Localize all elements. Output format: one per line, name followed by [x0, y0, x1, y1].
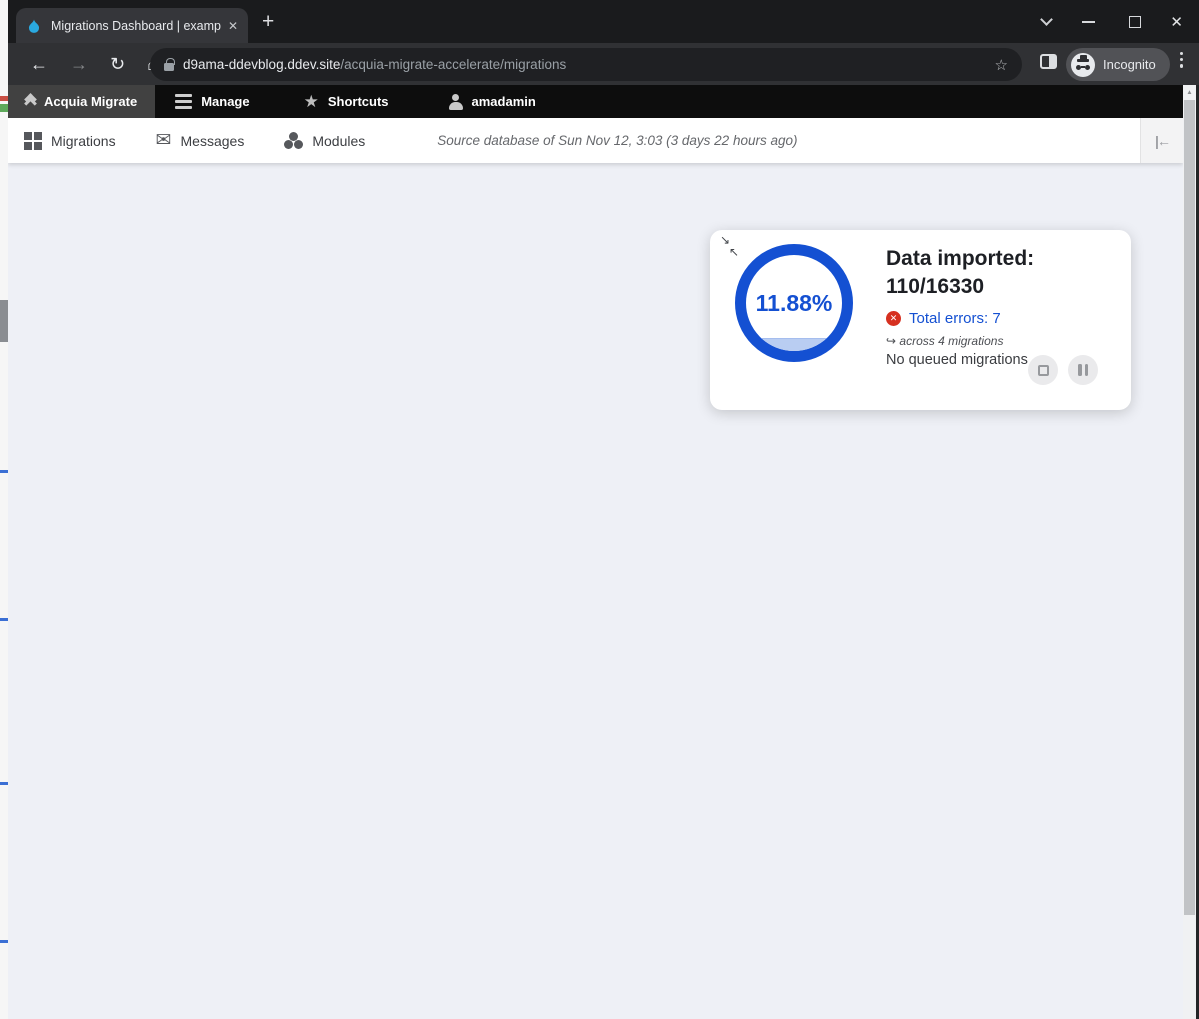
pause-icon	[1078, 364, 1088, 376]
stop-button[interactable]	[1028, 355, 1058, 385]
stop-icon	[1038, 365, 1049, 376]
url-text: d9ama-ddevblog.ddev.site/acquia-migrate-…	[183, 57, 566, 72]
return-arrow-icon: ↪	[886, 334, 896, 348]
error-icon	[886, 311, 901, 326]
reload-button[interactable]: ↻	[110, 54, 125, 75]
new-tab-button[interactable]: +	[262, 10, 274, 34]
nav-label: Messages	[181, 133, 245, 149]
back-button[interactable]: ←	[30, 54, 48, 75]
url-domain: d9ama-ddevblog.ddev.site	[183, 57, 340, 72]
maximize-button[interactable]	[1129, 0, 1141, 43]
total-errors-link[interactable]: Total errors: 7	[886, 310, 1001, 327]
import-progress-card: ↘ ↖ 11.88% Data imported: 110/16330 Tota…	[710, 230, 1131, 410]
incognito-label: Incognito	[1103, 57, 1156, 72]
modules-icon	[284, 132, 303, 149]
user-icon	[449, 94, 463, 110]
incognito-badge: Incognito	[1066, 48, 1170, 81]
screen: Migrations Dashboard | example ✕ + ✕ ← →…	[0, 0, 1199, 1019]
browser-menu-button[interactable]	[1180, 52, 1183, 68]
maximize-icon	[1129, 16, 1141, 28]
toolbar-label: Acquia Migrate	[44, 94, 137, 109]
background-window-sliver	[0, 0, 8, 1019]
bookmark-star-icon[interactable]: ☆	[995, 56, 1008, 74]
side-panel-icon[interactable]	[1040, 54, 1057, 69]
toolbar-label: amadamin	[472, 94, 536, 109]
star-icon: ★	[304, 92, 319, 112]
collapse-left-icon: |←	[1155, 133, 1169, 149]
grid-icon	[24, 132, 42, 150]
toolbar-item-acquia-migrate[interactable]: Acquia Migrate	[8, 85, 155, 118]
toolbar-item-shortcuts[interactable]: ★ Shortcuts	[288, 85, 405, 118]
toolbar-item-manage[interactable]: Manage	[159, 85, 265, 118]
address-bar[interactable]: d9ama-ddevblog.ddev.site/acquia-migrate-…	[150, 48, 1022, 81]
shrink-icon[interactable]: ↖	[729, 245, 739, 259]
chevron-down-icon	[1040, 13, 1053, 26]
browser-toolbar: ← → ↻ ⌂ d9ama-ddevblog.ddev.site/acquia-…	[8, 43, 1199, 85]
scroll-up-icon[interactable]: ▲	[1183, 89, 1196, 96]
browser-tab[interactable]: Migrations Dashboard | example ✕	[16, 8, 248, 43]
queued-migrations-note: No queued migrations	[886, 352, 1028, 368]
data-imported-count: 110/16330	[886, 275, 984, 299]
source-database-note: Source database of Sun Nov 12, 3:03 (3 d…	[437, 133, 797, 148]
progress-percent: 11.88%	[756, 290, 833, 317]
drupal-admin-toolbar: Acquia Migrate Manage ★ Shortcuts amadam…	[8, 85, 1183, 118]
browser-chrome: Migrations Dashboard | example ✕ + ✕ ← →…	[8, 0, 1199, 85]
close-window-button[interactable]: ✕	[1170, 0, 1183, 43]
toolbar-label: Shortcuts	[328, 94, 389, 109]
forward-button[interactable]: →	[70, 54, 88, 75]
minimize-icon	[1082, 21, 1095, 23]
page-scrollbar-thumb[interactable]	[1184, 100, 1195, 915]
pause-button[interactable]	[1068, 355, 1098, 385]
drupal-favicon-icon	[26, 18, 42, 34]
nav-item-migrations[interactable]: Migrations	[10, 132, 130, 150]
close-icon: ✕	[1170, 13, 1183, 31]
nav-item-modules[interactable]: Modules	[270, 132, 379, 149]
migrate-nav-toolbar: Migrations ✉ Messages Modules Source dat…	[8, 118, 1183, 163]
progress-ring: 11.88%	[735, 244, 853, 362]
nav-label: Modules	[312, 133, 365, 149]
tab-search-button[interactable]	[1042, 0, 1051, 43]
across-migrations-note: ↪ across 4 migrations	[886, 334, 1003, 348]
collapse-toolbar-button[interactable]: |←	[1140, 118, 1183, 163]
page-scrollbar[interactable]: ▲	[1183, 85, 1196, 1019]
tab-close-icon[interactable]: ✕	[228, 19, 238, 33]
progress-fill	[746, 338, 842, 351]
tab-title: Migrations Dashboard | example	[51, 19, 221, 33]
lock-icon	[164, 63, 174, 71]
double-chevron-up-icon	[26, 95, 35, 108]
nav-label: Migrations	[51, 133, 116, 149]
url-path: /acquia-migrate-accelerate/migrations	[340, 57, 566, 72]
total-errors-label: Total errors: 7	[909, 310, 1001, 327]
minimize-button[interactable]	[1082, 0, 1095, 43]
nav-item-messages[interactable]: ✉ Messages	[142, 131, 259, 150]
data-imported-heading: Data imported:	[886, 247, 1034, 271]
incognito-icon	[1071, 53, 1095, 77]
toolbar-item-user[interactable]: amadamin	[433, 85, 552, 118]
toolbar-label: Manage	[201, 94, 249, 109]
browser-tab-bar: Migrations Dashboard | example ✕ + ✕	[8, 0, 1199, 43]
envelope-icon: ✉	[156, 131, 172, 150]
hamburger-icon	[175, 94, 192, 109]
across-label: across 4 migrations	[899, 334, 1003, 348]
